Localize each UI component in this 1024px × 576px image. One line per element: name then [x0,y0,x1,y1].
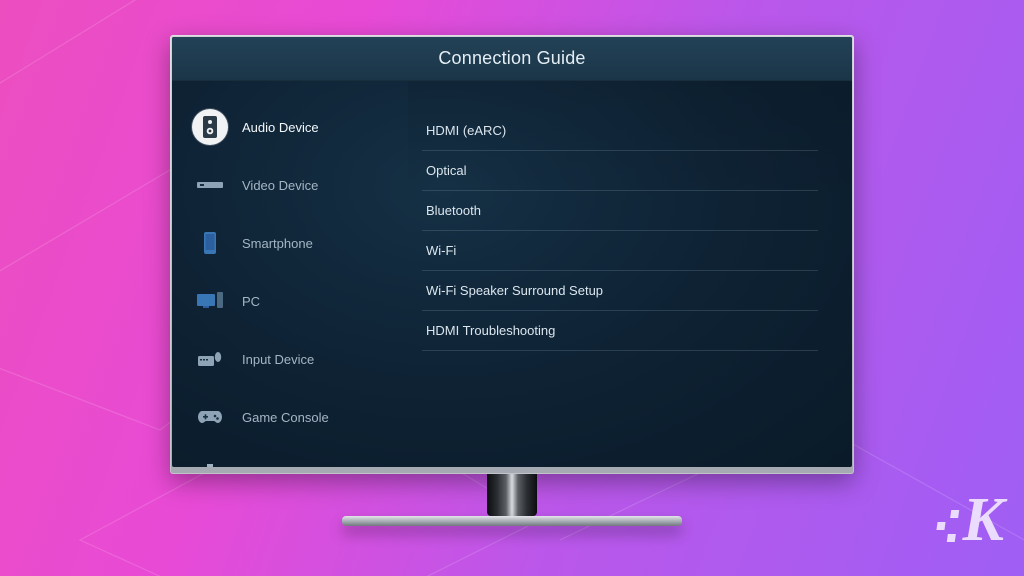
sidebar-item-game-console[interactable]: Game Console [190,393,408,441]
sidebar-item-pc[interactable]: PC [190,277,408,325]
sidebar-item-input-device[interactable]: Input Device [190,335,408,383]
option-optical[interactable]: Optical [422,151,818,191]
keyboard-mouse-icon [192,341,228,377]
page-title: Connection Guide [172,48,852,69]
sidebar-item-label: Audio Device [242,120,319,135]
title-bar: Connection Guide [172,37,852,81]
tv-stand-base [342,516,682,526]
phone-icon [192,225,228,261]
sidebar-item-label: PC [242,294,260,309]
option-label: Bluetooth [426,203,481,218]
sidebar-item-label: Video Device [242,178,318,193]
sidebar: Audio Device Video Device Smartphone [172,81,408,467]
option-wifi-surround[interactable]: Wi-Fi Speaker Surround Setup [422,271,818,311]
player-icon [192,167,228,203]
watermark-dots-icon [934,510,958,542]
speaker-icon [192,109,228,145]
gamepad-icon [192,399,228,435]
tv-screen: Connection Guide Audio Device Vide [172,37,852,467]
sidebar-item-video-device[interactable]: Video Device [190,161,408,209]
option-label: Wi-Fi Speaker Surround Setup [426,283,603,298]
option-label: Optical [426,163,466,178]
sidebar-item-label: Input Device [242,352,314,367]
option-label: HDMI (eARC) [426,123,506,138]
sidebar-item-label: Smartphone [242,236,313,251]
tv-stand-neck [487,474,537,516]
watermark-letter: K [963,485,1004,556]
sidebar-item-external-storage[interactable]: External Storage [190,451,408,467]
sidebar-item-smartphone[interactable]: Smartphone [190,219,408,267]
sidebar-item-label: Game Console [242,410,329,425]
layout-body: Audio Device Video Device Smartphone [172,81,852,467]
option-bluetooth[interactable]: Bluetooth [422,191,818,231]
pc-icon [192,283,228,319]
usb-drive-icon [192,457,228,467]
option-hdmi-troubleshooting[interactable]: HDMI Troubleshooting [422,311,818,351]
option-wifi[interactable]: Wi-Fi [422,231,818,271]
option-label: Wi-Fi [426,243,456,258]
option-hdmi-earc[interactable]: HDMI (eARC) [422,111,818,151]
main-panel: HDMI (eARC) Optical Bluetooth Wi-Fi Wi-F… [408,81,852,467]
tv-bezel: Connection Guide Audio Device Vide [170,35,854,474]
option-label: HDMI Troubleshooting [426,323,555,338]
sidebar-item-audio-device[interactable]: Audio Device [190,103,408,151]
watermark-logo: K [937,485,1004,556]
tv-frame: Connection Guide Audio Device Vide [170,35,854,526]
